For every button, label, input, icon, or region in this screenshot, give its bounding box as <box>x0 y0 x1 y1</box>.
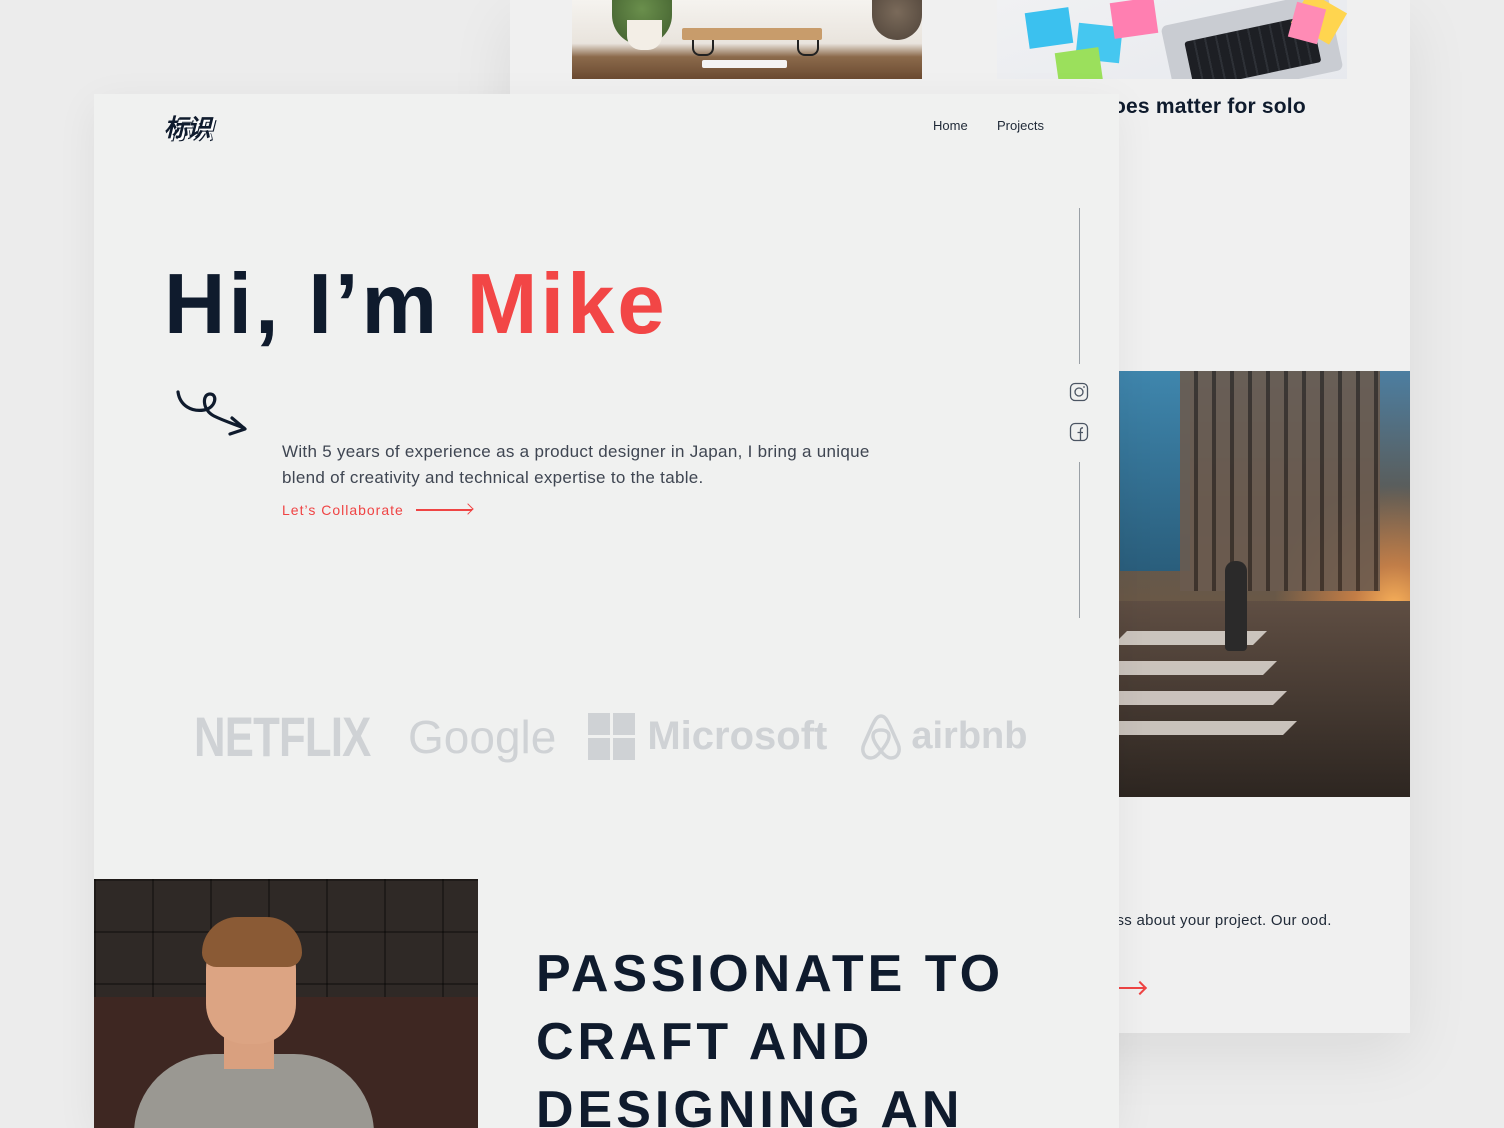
curly-arrow-icon <box>176 390 247 436</box>
crosswalk-stripe <box>1100 721 1297 735</box>
city-street-image[interactable] <box>1100 371 1410 797</box>
keyboard-decoration <box>702 60 787 68</box>
nav-home-link[interactable]: Home <box>933 118 968 133</box>
social-divider-line <box>1079 208 1080 364</box>
arrow-right-icon <box>415 509 472 511</box>
social-divider-line <box>1079 462 1080 618</box>
background-body-text: cuss about your project. Our ood. <box>1100 912 1332 929</box>
google-logo: Google <box>408 710 557 763</box>
pedestrian-figure <box>1225 561 1247 651</box>
facebook-icon[interactable] <box>1069 422 1089 442</box>
instagram-icon[interactable] <box>1069 382 1089 402</box>
client-logos: NETFLIX Google Microsoft airbnb <box>194 704 1027 769</box>
hero-intro-text: With 5 years of experience as a product … <box>282 442 870 487</box>
pot-decoration <box>627 20 662 50</box>
designer-portrait-image <box>94 879 478 1128</box>
site-logo[interactable]: 标识 <box>164 108 228 142</box>
about-heading-line: CRAFT AND <box>536 1013 874 1071</box>
collaborate-label: Let’s Collaborate <box>282 502 404 518</box>
sticky-note <box>1109 0 1159 39</box>
main-page-card: 标识 Home Projects Hi, I’m Mike With 5 yea… <box>94 94 1119 1128</box>
desk-workspace-image[interactable] <box>572 0 922 79</box>
plant-decoration <box>872 0 922 40</box>
microsoft-wordmark: Microsoft <box>647 714 828 758</box>
about-heading-line: DESIGNING AN <box>536 1081 964 1128</box>
airbnb-belo-icon <box>861 713 902 760</box>
hero-heading: Hi, I’m Mike <box>164 262 668 347</box>
crosswalk-stripe <box>1100 691 1287 705</box>
shelf-leg-decoration <box>692 40 714 56</box>
shelf-leg-decoration <box>797 40 819 56</box>
microsoft-logo: Microsoft <box>588 713 827 760</box>
microsoft-grid-icon <box>588 713 636 760</box>
sticky-note <box>1024 7 1074 49</box>
desk-shelf-decoration <box>682 28 822 40</box>
hero-greeting: Hi, I’m <box>164 257 467 352</box>
background-article-title[interactable]: does matter for solo <box>1100 95 1306 119</box>
airbnb-logo: airbnb <box>859 712 1027 762</box>
about-heading-line: PASSIONATE TO <box>536 945 1005 1003</box>
hero-name: Mike <box>466 257 668 352</box>
about-heading: PASSIONATE TO CRAFT AND DESIGNING AN <box>536 940 1004 1128</box>
collaborate-link[interactable]: Let’s Collaborate <box>282 502 472 518</box>
building-decoration <box>1180 371 1380 591</box>
netflix-logo: NETFLIX <box>194 705 371 768</box>
crosswalk-stripe <box>1103 661 1277 675</box>
sticky-note <box>1054 47 1104 79</box>
nav-projects-link[interactable]: Projects <box>997 118 1044 133</box>
hair-decoration <box>202 917 302 967</box>
airbnb-wordmark: airbnb <box>911 715 1028 757</box>
sticky-notes-laptop-image[interactable] <box>997 0 1347 79</box>
